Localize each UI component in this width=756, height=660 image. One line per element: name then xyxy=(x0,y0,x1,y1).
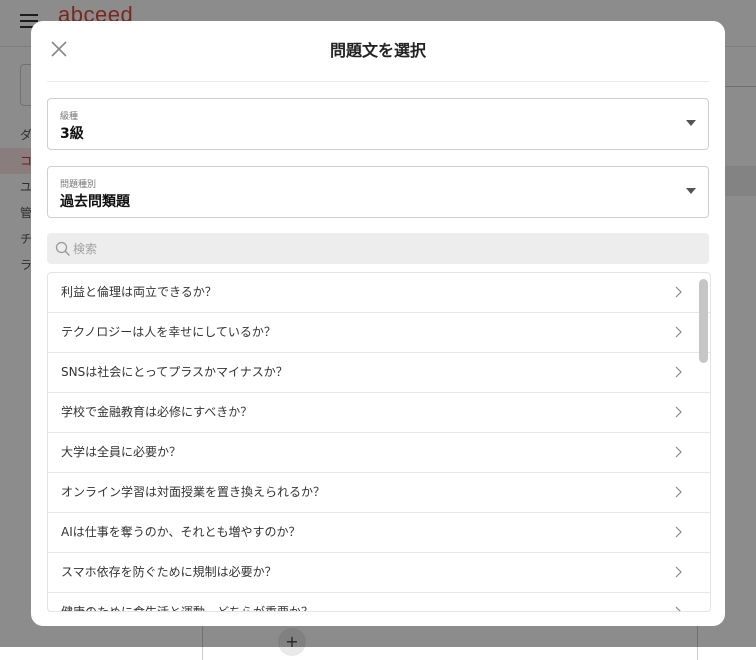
question-list: 利益と倫理は両立できるか？ テクノロジーは人を幸せにしているか？ SNSは社会に… xyxy=(47,272,711,612)
caret-down-icon xyxy=(686,120,696,126)
list-item-text: オンライン学習は対面授業を置き換えられるか？ xyxy=(61,485,326,499)
modal-header: 問題文を選択 xyxy=(47,21,709,82)
list-item-text: 健康のために食生活と運動、どちらが重要か？ xyxy=(61,605,314,612)
chevron-right-icon xyxy=(675,366,682,378)
chevron-right-icon xyxy=(675,406,682,418)
chevron-right-icon xyxy=(675,446,682,458)
chevron-right-icon xyxy=(675,326,682,338)
list-item-text: スマホ依存を防ぐために規制は必要か？ xyxy=(61,565,277,579)
close-button[interactable] xyxy=(47,37,71,61)
list-item[interactable]: 健康のために食生活と運動、どちらが重要か？ xyxy=(48,593,710,612)
list-item[interactable]: 学校で金融教育は必修にすべきか？ xyxy=(48,393,710,433)
question-type-select-value: 過去問類題 xyxy=(60,194,130,210)
chevron-right-icon xyxy=(675,526,682,538)
caret-down-icon xyxy=(686,188,696,194)
chevron-right-icon xyxy=(675,606,681,611)
question-type-select-label: 問題種別 xyxy=(60,180,97,190)
grade-select-value: 3級 xyxy=(60,126,84,142)
grade-select-label: 級種 xyxy=(60,112,79,122)
select-question-modal: 問題文を選択 級種 3級 問題種別 過去問類題 利益と倫理は両立できるか？ テク… xyxy=(31,21,725,626)
modal-title: 問題文を選択 xyxy=(329,41,426,60)
list-item-text: 学校で金融教育は必修にすべきか？ xyxy=(61,405,253,419)
list-item[interactable]: AIは仕事を奪うのか、それとも増やすのか？ xyxy=(48,513,710,553)
question-type-select[interactable]: 問題種別 過去問類題 xyxy=(47,166,709,218)
list-item-text: 利益と倫理は両立できるか？ xyxy=(61,285,217,299)
list-item-text: 大学は全員に必要か？ xyxy=(61,445,182,459)
search-icon xyxy=(55,241,70,256)
list-scrollbar[interactable] xyxy=(699,279,708,363)
chevron-right-icon xyxy=(675,566,682,578)
close-icon xyxy=(51,41,67,57)
list-item-text: テクノロジーは人を幸せにしているか？ xyxy=(61,325,276,339)
list-item[interactable]: スマホ依存を防ぐために規制は必要か？ xyxy=(48,553,710,593)
list-item[interactable]: テクノロジーは人を幸せにしているか？ xyxy=(48,313,710,353)
list-item-text: SNSは社会にとってプラスかマイナスか？ xyxy=(61,365,288,379)
list-item[interactable]: オンライン学習は対面授業を置き換えられるか？ xyxy=(48,473,710,513)
chevron-right-icon xyxy=(675,486,682,498)
search-box xyxy=(47,233,709,264)
list-item-text: AIは仕事を奪うのか、それとも増やすのか？ xyxy=(61,525,301,539)
search-input[interactable] xyxy=(73,233,693,264)
chevron-right-icon xyxy=(675,286,682,298)
grade-select[interactable]: 級種 3級 xyxy=(47,98,709,150)
list-item[interactable]: 大学は全員に必要か？ xyxy=(48,433,710,473)
list-item[interactable]: 利益と倫理は両立できるか？ xyxy=(48,273,710,313)
list-item[interactable]: SNSは社会にとってプラスかマイナスか？ xyxy=(48,353,710,393)
